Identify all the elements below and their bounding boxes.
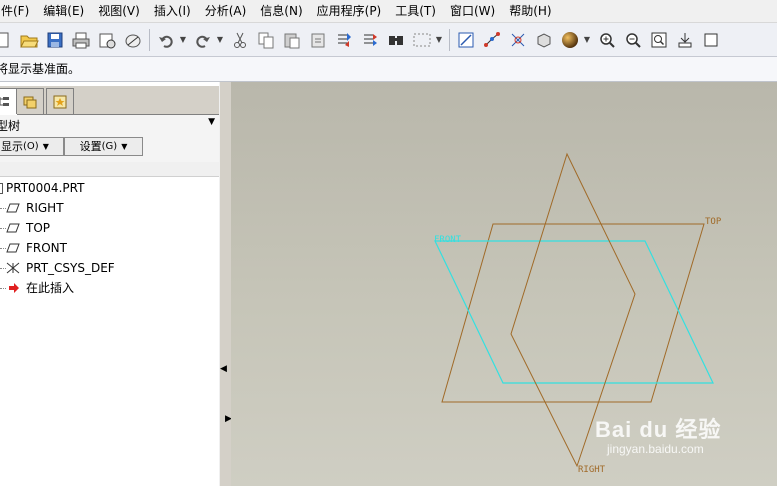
tree-item-insert-here[interactable]: 在此插入 — [0, 278, 219, 298]
main-toolbar: ▼ ▼ ▼ ▼ — [0, 23, 777, 57]
paste-special-icon[interactable] — [307, 29, 329, 51]
shading-dropdown-icon[interactable]: ▼ — [583, 35, 591, 44]
navigator-tabs — [0, 86, 219, 115]
datum-point-icon[interactable] — [507, 29, 529, 51]
folder-icon — [23, 96, 37, 108]
top-plane-label: TOP — [705, 217, 722, 227]
select-box-icon[interactable] — [411, 29, 433, 51]
tree-item-front[interactable]: FRONT — [0, 238, 219, 258]
refit-icon[interactable] — [648, 29, 670, 51]
menu-help[interactable]: 帮助(H) — [502, 0, 558, 22]
tree-column-header — [0, 162, 219, 177]
favorites-icon — [53, 95, 67, 108]
show-button-key: (O) — [23, 141, 39, 152]
baidu-watermark: Bai du 经验 jingyan.baidu.com — [595, 412, 722, 456]
send-icon[interactable] — [96, 29, 118, 51]
tab-favorites[interactable] — [46, 88, 74, 114]
cut-icon[interactable] — [229, 29, 251, 51]
regen-icon[interactable] — [122, 29, 144, 51]
open-icon[interactable] — [18, 29, 40, 51]
view-icon[interactable] — [455, 29, 477, 51]
chevron-down-icon: ▼ — [121, 142, 128, 151]
saved-view-icon[interactable] — [533, 29, 555, 51]
tree-root-label: PRT0004.PRT — [6, 181, 85, 195]
shading-icon[interactable] — [559, 29, 581, 51]
right-plane-label: RIGHT — [578, 465, 606, 475]
menu-analysis[interactable]: 分析(A) — [198, 0, 254, 22]
navigator-panel: 型树 ▼ 显示 (O) ▼ 设置 (G) ▼ PRT0004.PRT RIGHT… — [0, 82, 220, 486]
chevron-down-icon: ▼ — [42, 142, 49, 151]
menu-applications[interactable]: 应用程序(P) — [310, 0, 389, 22]
show-button[interactable]: 显示 (O) ▼ — [0, 137, 64, 156]
menu-bar: 件(F) 编辑(E) 视图(V) 插入(I) 分析(A) 信息(N) 应用程序(… — [0, 0, 777, 23]
top-plane[interactable] — [441, 223, 705, 403]
find-icon[interactable] — [385, 29, 407, 51]
tree-root[interactable]: PRT0004.PRT — [0, 178, 219, 198]
tree-item-csys[interactable]: PRT_CSYS_DEF — [0, 258, 219, 278]
regen-manager-icon[interactable] — [359, 29, 381, 51]
settings-button[interactable]: 设置 (G) ▼ — [64, 137, 143, 156]
regenerate-icon[interactable] — [333, 29, 355, 51]
datum-axis-icon[interactable] — [481, 29, 503, 51]
select-dropdown-icon[interactable]: ▼ — [435, 35, 443, 44]
insert-arrow-icon — [9, 283, 19, 293]
message-line: 将显示基准面。 — [0, 57, 777, 82]
watermark-logo-text: Bai du 经验 — [595, 417, 722, 442]
menu-file[interactable]: 件(F) — [0, 0, 36, 22]
part-icon — [0, 183, 3, 194]
tree-item-top[interactable]: TOP — [0, 218, 219, 238]
collapse-left-icon[interactable]: ◀ — [220, 364, 227, 374]
settings-button-key: (G) — [101, 141, 118, 152]
more-icon[interactable] — [700, 29, 722, 51]
tab-folder-browser[interactable] — [16, 88, 44, 114]
undo-dropdown-icon[interactable]: ▼ — [179, 35, 187, 44]
model-tree-icon — [0, 97, 9, 106]
import-icon[interactable] — [674, 29, 696, 51]
datum-plane-icon — [6, 223, 20, 233]
toolbar-separator — [149, 28, 150, 51]
toolbar-separator — [449, 28, 450, 51]
message-text: 将显示基准面。 — [0, 62, 81, 76]
menu-view[interactable]: 视图(V) — [91, 0, 147, 22]
new-icon[interactable] — [0, 29, 14, 51]
model-tree: PRT0004.PRT RIGHT TOP FRONT PRT_CSYS_DEF… — [0, 178, 219, 298]
menu-window[interactable]: 窗口(W) — [443, 0, 502, 22]
panel-menu-dropdown-icon[interactable]: ▼ — [208, 117, 215, 127]
paste-icon[interactable] — [281, 29, 303, 51]
tree-item-label: 在此插入 — [26, 281, 75, 295]
tree-item-label: RIGHT — [26, 201, 64, 215]
front-plane-label: FRONT — [434, 235, 462, 245]
menu-insert[interactable]: 插入(I) — [147, 0, 198, 22]
copy-icon[interactable] — [255, 29, 277, 51]
menu-info[interactable]: 信息(N) — [253, 0, 309, 22]
front-plane[interactable] — [434, 240, 714, 384]
save-icon[interactable] — [44, 29, 66, 51]
zoom-in-icon[interactable] — [596, 29, 618, 51]
settings-button-label: 设置 — [79, 140, 102, 153]
tree-item-label: FRONT — [26, 241, 67, 255]
model-tree-header: 型树 ▼ 显示 (O) ▼ 设置 (G) ▼ — [0, 115, 219, 163]
menu-edit[interactable]: 编辑(E) — [36, 0, 91, 22]
datum-plane-icon — [6, 203, 20, 213]
model-tree-title: 型树 — [0, 119, 21, 133]
show-button-label: 显示 — [1, 140, 23, 153]
tree-item-right[interactable]: RIGHT — [0, 198, 219, 218]
menu-tools[interactable]: 工具(T) — [388, 0, 443, 22]
datum-plane-icon — [6, 243, 20, 253]
zoom-out-icon[interactable] — [622, 29, 644, 51]
csys-icon — [6, 262, 20, 274]
redo-dropdown-icon[interactable]: ▼ — [216, 35, 224, 44]
print-icon[interactable] — [70, 29, 92, 51]
undo-icon[interactable] — [155, 29, 177, 51]
redo-icon[interactable] — [192, 29, 214, 51]
tree-item-label: TOP — [26, 221, 51, 235]
watermark-url: jingyan.baidu.com — [607, 442, 704, 456]
tree-item-label: PRT_CSYS_DEF — [26, 261, 115, 275]
